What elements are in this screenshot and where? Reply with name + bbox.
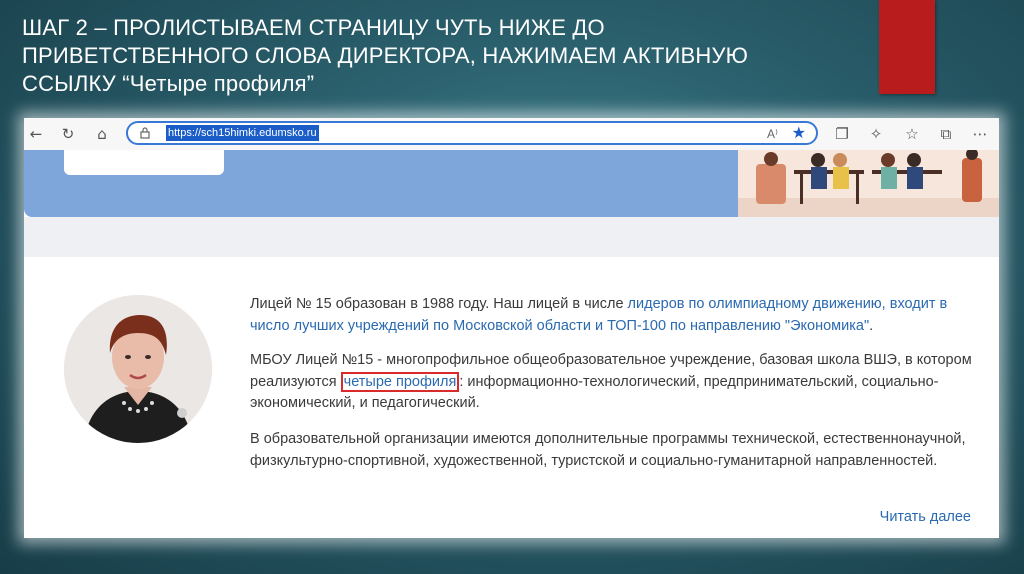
red-accent-rectangle bbox=[879, 0, 935, 94]
intro-end: . bbox=[869, 317, 874, 334]
url-text[interactable]: https://sch15himki.edumsko.ru bbox=[166, 125, 319, 141]
programs-paragraph: В образовательной организации имеются до… bbox=[250, 431, 966, 469]
four-profiles-link[interactable]: четыре профиля bbox=[340, 371, 460, 392]
read-aloud-icon[interactable]: A⁾ bbox=[767, 124, 778, 144]
back-arrow-icon[interactable]: ← bbox=[26, 124, 46, 144]
favorite-star-icon[interactable]: ★ bbox=[792, 123, 806, 143]
read-more-link[interactable]: Читать далее bbox=[880, 509, 971, 525]
director-photo bbox=[64, 295, 212, 443]
profiles-paragraph: МБОУ Лицей №15 - многопрофильное общеобр… bbox=[250, 350, 980, 415]
home-icon[interactable]: ⌂ bbox=[92, 124, 112, 144]
favorites-icon[interactable]: ☆ bbox=[902, 124, 922, 144]
browser-toolbar: ← ↻ ⌂ https://sch15himki.edumsko.ru A⁾ ★… bbox=[24, 118, 999, 151]
tabs-icon[interactable]: ❐ bbox=[832, 124, 852, 144]
intro-paragraph: Лицей № 15 образован в 1988 году. Наш ли… bbox=[250, 294, 980, 337]
lock-icon bbox=[140, 127, 150, 139]
intro-text: Лицей № 15 образован в 1988 году. Наш ли… bbox=[250, 296, 628, 312]
address-bar[interactable]: https://sch15himki.edumsko.ru A⁾ ★ bbox=[126, 121, 818, 145]
refresh-icon[interactable]: ↻ bbox=[58, 124, 78, 144]
extensions-icon[interactable]: ✧ bbox=[866, 124, 886, 144]
browser-screenshot: ← ↻ ⌂ https://sch15himki.edumsko.ru A⁾ ★… bbox=[24, 118, 999, 538]
more-icon[interactable]: ⋯ bbox=[970, 124, 990, 144]
divider-strip bbox=[24, 217, 999, 257]
slide-title: ШАГ 2 – ПРОЛИСТЫВАЕМ СТРАНИЦУ ЧУТЬ НИЖЕ … bbox=[22, 15, 749, 96]
banner-illustration bbox=[738, 150, 999, 217]
collections-icon[interactable]: ⧉ bbox=[936, 124, 956, 144]
banner-card bbox=[64, 150, 224, 175]
